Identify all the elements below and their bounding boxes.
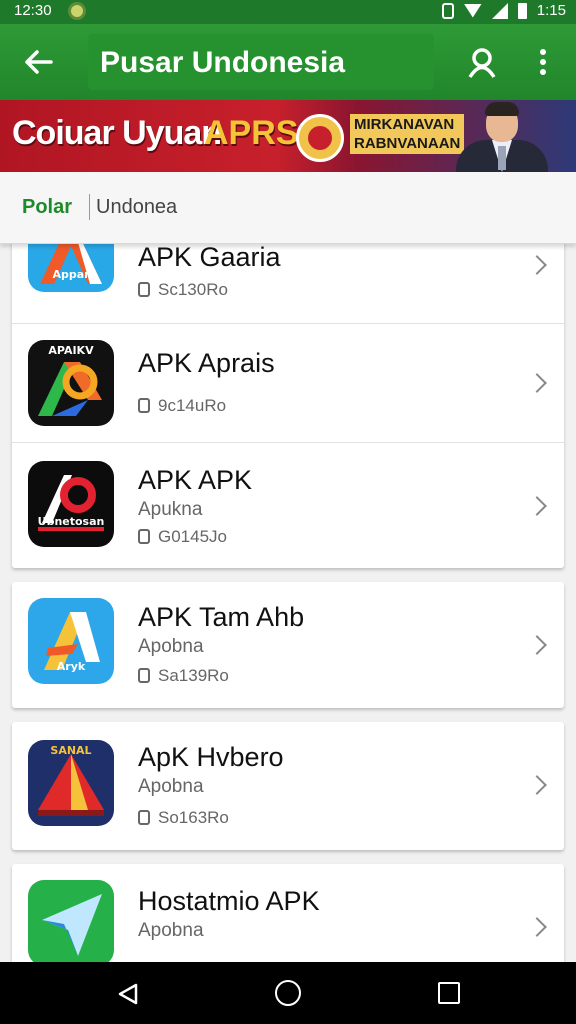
app-list-item[interactable]: APAIKV APK Aprais 9c14uRo <box>12 324 564 442</box>
signal-icon <box>491 2 508 19</box>
app-name: APK Gaaria <box>138 242 281 272</box>
banner-sub-line2: RABNVANAAN <box>354 135 461 152</box>
triangle-back-icon <box>118 983 138 1005</box>
banner-logo-icon <box>296 114 344 162</box>
stylized-p-icon: APAIKV <box>28 340 114 426</box>
banner-subtitle: MIRKANAVAN RABNVANAAN <box>350 114 465 154</box>
chevron-right-icon <box>527 255 547 275</box>
notification-icon <box>68 2 86 20</box>
app-list-card[interactable]: Aryk APK Tam Ahb Apobna Sa139Ro <box>12 582 564 708</box>
app-name: APK Aprais <box>138 348 275 378</box>
back-arrow-icon <box>25 50 53 74</box>
account-button[interactable] <box>462 44 502 82</box>
status-icons: 1:15 <box>441 2 566 19</box>
app-meta: 9c14uRo <box>138 396 226 416</box>
nav-recents-button[interactable] <box>438 982 460 1004</box>
download-size-icon <box>138 668 150 683</box>
download-size-icon <box>138 529 150 544</box>
app-list-item[interactable]: Ubnetosan APK APK Apukna G0145Jo <box>12 443 564 568</box>
banner-highlight: APRS <box>204 114 299 152</box>
chevron-right-icon <box>527 496 547 516</box>
tent-icon: SANAL <box>28 740 114 826</box>
app-list-card[interactable]: SANAL ApK Hvbero Apobna So163Ro <box>12 722 564 850</box>
account-icon <box>468 48 496 78</box>
app-icon-label: Aryk <box>56 660 86 673</box>
app-meta: Sc130Ro <box>138 280 228 300</box>
vibrate-icon <box>441 2 454 19</box>
tab-undonea[interactable]: Undonea <box>96 196 177 219</box>
app-name: ApK Hvbero <box>138 742 284 772</box>
app-meta: Sa139Ro <box>138 666 229 686</box>
app-meta: G0145Jo <box>138 527 227 547</box>
app-publisher: Apobna <box>138 776 204 797</box>
app-bar: Pusar Undonesia <box>0 24 576 100</box>
app-publisher: Apobna <box>138 636 204 657</box>
app-icon-label: Ubnetosan <box>37 515 105 528</box>
app-name: Hostatmio APK <box>138 886 320 916</box>
app-title: Pusar Undonesia <box>100 46 346 79</box>
chevron-right-icon <box>527 373 547 393</box>
wifi-icon <box>463 3 482 18</box>
tab-divider <box>89 194 90 220</box>
app-name: APK Tam Ahb <box>138 602 305 632</box>
app-publisher: Apobna <box>138 920 204 941</box>
status-bar: 12:30 1:15 <box>0 0 576 24</box>
download-size-icon <box>138 810 150 825</box>
status-clock: 1:15 <box>536 2 566 19</box>
status-time: 12:30 <box>14 2 52 19</box>
chevron-right-icon <box>527 917 547 937</box>
stylized-a-icon: Aryk <box>28 598 114 684</box>
banner-title: Coiuar Uyuan <box>12 114 222 152</box>
more-options-button[interactable] <box>528 44 558 82</box>
chevron-right-icon <box>527 775 547 795</box>
app-list-card: Appar APK Gaaria Sc130Ro APAIKV APK Apra… <box>12 226 564 568</box>
nav-back-button[interactable] <box>116 982 140 1006</box>
back-button[interactable] <box>14 40 64 84</box>
download-size-icon <box>138 398 150 413</box>
banner-person-image <box>452 100 562 172</box>
promo-banner[interactable]: Coiuar Uyuan APRS MIRKANAVAN RABNVANAAN <box>0 100 576 172</box>
paper-plane-icon <box>28 880 114 966</box>
app-name: APK APK <box>138 465 253 495</box>
tab-polar[interactable]: Polar <box>22 196 72 219</box>
app-meta: So163Ro <box>138 808 229 828</box>
app-icon-label: Appar <box>52 268 90 281</box>
tab-bar: Polar Undonea <box>0 172 576 244</box>
app-icon-label: APAIKV <box>48 344 94 357</box>
nav-home-button[interactable] <box>275 980 301 1006</box>
battery-icon <box>517 2 527 19</box>
more-vert-icon <box>540 49 546 75</box>
download-size-icon <box>138 282 150 297</box>
system-nav-bar <box>0 962 576 1024</box>
app-icon-label: SANAL <box>50 744 92 757</box>
chevron-right-icon <box>527 635 547 655</box>
stylized-ap-icon: Ubnetosan <box>28 461 114 547</box>
app-publisher: Apukna <box>138 499 203 520</box>
title-box: Pusar Undonesia <box>88 34 434 90</box>
banner-sub-line1: MIRKANAVAN <box>354 116 455 133</box>
